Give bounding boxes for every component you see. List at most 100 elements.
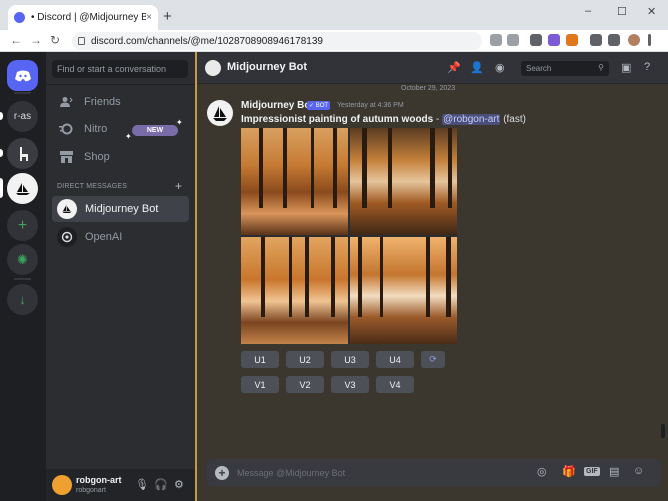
user-mention[interactable]: @robgon-art bbox=[442, 114, 501, 125]
reload-icon[interactable]: ↻ bbox=[50, 33, 60, 47]
nitro-icon bbox=[59, 122, 73, 136]
mute-microphone-icon[interactable]: 🎙 bbox=[135, 478, 149, 491]
headphones-icon[interactable]: 🎧 bbox=[154, 478, 168, 491]
inbox-icon[interactable]: ▣ bbox=[621, 61, 631, 74]
emoji-icon[interactable]: ☺ bbox=[633, 465, 644, 477]
metamask-icon[interactable] bbox=[566, 34, 578, 46]
discord-favicon-icon bbox=[14, 12, 25, 23]
v3-button[interactable]: V3 bbox=[331, 376, 369, 393]
forward-icon[interactable]: → bbox=[30, 33, 42, 47]
message-content: Impressionist painting of autumn woods -… bbox=[241, 114, 526, 125]
sidebar-divider bbox=[46, 84, 195, 85]
find-conversation-button[interactable]: Find or start a conversation bbox=[52, 60, 188, 78]
server-llama[interactable] bbox=[0, 138, 38, 169]
v2-button[interactable]: V2 bbox=[286, 376, 324, 393]
u4-button[interactable]: U4 bbox=[376, 351, 414, 368]
message-author-avatar[interactable] bbox=[207, 100, 233, 126]
generated-image-2[interactable] bbox=[350, 128, 457, 235]
search-icon: ⚲ bbox=[598, 63, 604, 72]
browser-tab[interactable]: • Discord | @Midjourney Bot × bbox=[8, 5, 158, 30]
explore-servers-icon[interactable]: ✺ bbox=[7, 244, 38, 275]
profile-avatar[interactable] bbox=[628, 34, 640, 46]
gift-icon[interactable]: 🎁 bbox=[562, 465, 576, 478]
server-separator-2 bbox=[14, 278, 31, 280]
gif-button[interactable]: GIF bbox=[584, 467, 600, 476]
date-divider: October 29, 2023 bbox=[401, 85, 456, 92]
maximize-icon[interactable]: ☐ bbox=[617, 5, 627, 18]
sidebar-item-shop[interactable]: Shop bbox=[52, 145, 189, 169]
message-author[interactable]: Midjourney Bot bbox=[241, 100, 314, 111]
window-close-icon[interactable]: ✕ bbox=[647, 5, 656, 18]
help-icon[interactable]: ? bbox=[644, 61, 650, 73]
midjourney-sailboat-icon bbox=[15, 182, 30, 195]
bookmark-star-icon[interactable] bbox=[507, 34, 519, 46]
puzzle-extensions-icon[interactable] bbox=[590, 34, 602, 46]
tab-title: • Discord | @Midjourney Bot bbox=[31, 12, 147, 23]
create-dm-button[interactable]: + bbox=[175, 179, 182, 193]
download-apps-icon[interactable]: ↓ bbox=[7, 284, 38, 315]
new-tab-button[interactable]: + bbox=[163, 8, 172, 25]
sidebar-item-friends[interactable]: Friends bbox=[52, 90, 189, 114]
shop-icon bbox=[59, 150, 73, 164]
back-icon[interactable]: ← bbox=[10, 33, 22, 47]
avatar[interactable] bbox=[52, 475, 72, 495]
url-field[interactable]: discord.com/channels/@me/102870890894617… bbox=[72, 32, 482, 50]
extension-grammarly-icon[interactable] bbox=[530, 34, 542, 46]
message-composer: + ◎ 🎁 GIF ▤ ☺ bbox=[207, 459, 661, 487]
llama-icon bbox=[19, 146, 28, 161]
chat-area: Midjourney Bot 📌 👤 ◉ Search ⚲ ▣ ? Octobe… bbox=[195, 52, 668, 501]
v4-button[interactable]: V4 bbox=[376, 376, 414, 393]
share-icon[interactable] bbox=[490, 34, 502, 46]
pinned-messages-icon[interactable]: 📌 bbox=[447, 61, 461, 74]
settings-gear-icon[interactable]: ⚙ bbox=[174, 478, 184, 491]
u2-button[interactable]: U2 bbox=[286, 351, 324, 368]
variation-button-row: V1 V2 V3 V4 bbox=[241, 376, 421, 393]
dm-item-label: Midjourney Bot bbox=[85, 203, 159, 215]
refresh-icon: ⟳ bbox=[429, 354, 437, 364]
dm-item-openai[interactable]: OpenAI bbox=[52, 224, 189, 250]
server-midjourney[interactable] bbox=[0, 173, 38, 204]
sparkle-icon: ✦ bbox=[176, 118, 183, 127]
sidebar-item-label: Shop bbox=[84, 151, 110, 163]
generated-image-4[interactable] bbox=[350, 237, 457, 344]
add-server-button[interactable]: + bbox=[7, 210, 38, 241]
v1-button[interactable]: V1 bbox=[241, 376, 279, 393]
server-r-as[interactable]: r-as bbox=[0, 101, 38, 132]
nitro-boost-icon[interactable]: ◎ bbox=[537, 465, 547, 478]
sidepanel-icon[interactable] bbox=[608, 34, 620, 46]
dm-sidebar: Find or start a conversation Friends Nit… bbox=[46, 52, 195, 501]
direct-messages-header: DIRECT MESSAGES bbox=[57, 183, 128, 190]
server-list: r-as + ✺ ↓ bbox=[0, 52, 46, 501]
prompt-text: Impressionist painting of autumn woods bbox=[241, 114, 434, 125]
server-separator bbox=[14, 92, 31, 94]
generated-image-3[interactable] bbox=[241, 237, 348, 344]
add-friends-to-dm-icon[interactable]: 👤 bbox=[470, 61, 484, 74]
browser-menu-icon[interactable] bbox=[648, 34, 651, 46]
address-bar: ← → ↻ discord.com/channels/@me/102870890… bbox=[0, 30, 668, 52]
username: robgon-art bbox=[76, 475, 122, 485]
nitro-new-badge: NEW bbox=[132, 125, 178, 136]
lock-icon bbox=[78, 37, 85, 45]
friends-icon bbox=[59, 95, 73, 109]
tab-close-icon[interactable]: × bbox=[146, 12, 152, 23]
dm-item-midjourney[interactable]: Midjourney Bot bbox=[52, 196, 189, 222]
message-input[interactable] bbox=[237, 466, 517, 480]
image-grid[interactable] bbox=[241, 128, 457, 344]
extension-icon[interactable] bbox=[548, 34, 560, 46]
u3-button[interactable]: U3 bbox=[331, 351, 369, 368]
separator: - bbox=[433, 114, 443, 125]
chat-scrollbar[interactable] bbox=[661, 424, 665, 438]
u1-button[interactable]: U1 bbox=[241, 351, 279, 368]
sticker-icon[interactable]: ▤ bbox=[609, 465, 619, 478]
user-profile-icon[interactable]: ◉ bbox=[495, 61, 505, 74]
discord-home-button[interactable] bbox=[7, 60, 38, 91]
attach-plus-icon[interactable]: + bbox=[215, 466, 229, 480]
minimize-icon[interactable]: – bbox=[585, 5, 591, 17]
generated-image-1[interactable] bbox=[241, 128, 348, 235]
upscale-button-row: U1 U2 U3 U4 ⟳ bbox=[241, 351, 452, 368]
header-avatar bbox=[205, 60, 221, 76]
avatar bbox=[57, 227, 77, 247]
reroll-refresh-button[interactable]: ⟳ bbox=[421, 351, 445, 368]
search-input[interactable]: Search ⚲ bbox=[521, 61, 609, 76]
user-tag: robgonart bbox=[76, 487, 106, 494]
